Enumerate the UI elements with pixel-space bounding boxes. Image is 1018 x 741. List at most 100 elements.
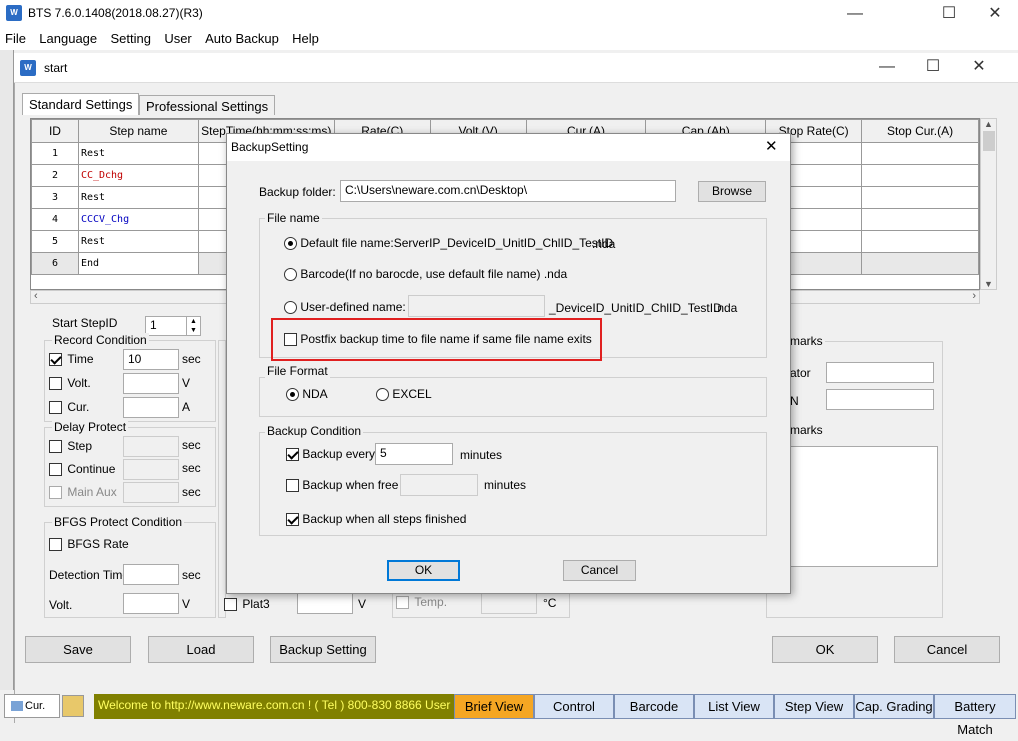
dialog-cancel-button[interactable]: Cancel bbox=[563, 560, 636, 581]
record-condition-title: Record Condition bbox=[52, 333, 149, 347]
step-cell[interactable] bbox=[861, 142, 979, 165]
step-name-cell[interactable]: CCCV_Chg bbox=[77, 208, 199, 231]
backup-free-label: Backup when free bbox=[302, 478, 399, 492]
tab-battery-match[interactable]: Battery Match bbox=[934, 694, 1016, 737]
dialog-ok-button[interactable]: OK bbox=[387, 560, 460, 581]
detection-time-unit: sec bbox=[182, 568, 201, 582]
opt-user-defined-radio[interactable] bbox=[284, 301, 297, 315]
close-icon[interactable]: ✕ bbox=[972, 0, 1018, 28]
backup-every-input[interactable]: 5 bbox=[375, 443, 453, 465]
menu-help[interactable]: Help bbox=[287, 28, 324, 46]
fmt-excel-radio[interactable] bbox=[376, 388, 389, 402]
step-name-cell[interactable]: Rest bbox=[77, 186, 199, 209]
step-row: Step bbox=[49, 439, 92, 454]
step-cell[interactable] bbox=[861, 186, 979, 209]
main-aux-unit: sec bbox=[182, 485, 201, 499]
main-ok-button[interactable]: OK bbox=[772, 636, 878, 663]
menu-file[interactable]: File bbox=[0, 28, 31, 46]
bfgs-rate-checkbox[interactable] bbox=[49, 538, 62, 552]
bfgs-rate-row: BFGS Rate bbox=[49, 537, 129, 552]
backup-free-checkbox[interactable] bbox=[286, 479, 299, 493]
step-id-cell[interactable]: 6 bbox=[31, 252, 79, 275]
backup-all-steps-checkbox[interactable] bbox=[286, 513, 299, 527]
app-title: BTS 7.6.0.1408(2018.08.27)(R3) bbox=[28, 6, 203, 20]
child-maximize-icon[interactable]: ☐ bbox=[910, 53, 956, 81]
n-input[interactable] bbox=[826, 389, 934, 410]
table-vertical-scrollbar[interactable]: ▲ ▼ bbox=[980, 118, 997, 290]
col-id[interactable]: ID bbox=[31, 119, 79, 143]
step-id-cell[interactable]: 1 bbox=[31, 142, 79, 165]
tab-brief-view[interactable]: Brief View bbox=[454, 694, 534, 719]
backup-every-checkbox[interactable] bbox=[286, 448, 299, 462]
tab-cap-grading[interactable]: Cap. Grading bbox=[854, 694, 934, 719]
step-id-cell[interactable]: 2 bbox=[31, 164, 79, 187]
time-input[interactable]: 10 bbox=[123, 349, 179, 370]
status-bar: Welcome to http://www.neware.com.cn ! ( … bbox=[90, 694, 1018, 737]
step-name-cell[interactable]: End bbox=[77, 252, 199, 275]
continue-checkbox[interactable] bbox=[49, 463, 62, 477]
folder-icon bbox=[11, 701, 23, 712]
cur-input[interactable] bbox=[123, 397, 179, 418]
step-cell[interactable] bbox=[861, 230, 979, 253]
tab-professional-settings[interactable]: Professional Settings bbox=[139, 95, 276, 115]
remarks-textarea[interactable] bbox=[776, 446, 938, 567]
main-cancel-button[interactable]: Cancel bbox=[894, 636, 1000, 663]
step-id-cell[interactable]: 3 bbox=[31, 186, 79, 209]
opt-user-defined-row: User-defined name: bbox=[284, 300, 406, 315]
backup-setting-button[interactable]: Backup Setting bbox=[270, 636, 376, 663]
step-name-cell[interactable]: CC_Dchg bbox=[77, 164, 199, 187]
step-checkbox[interactable] bbox=[49, 440, 62, 454]
save-button[interactable]: Save bbox=[25, 636, 131, 663]
backup-folder-input[interactable]: C:\Users\neware.com.cn\Desktop\ bbox=[340, 180, 676, 202]
menu-auto-backup[interactable]: Auto Backup bbox=[200, 28, 284, 46]
plat3-label: Plat3 bbox=[242, 597, 270, 611]
volt-checkbox[interactable] bbox=[49, 377, 62, 391]
col-step-name[interactable]: Step name bbox=[77, 119, 199, 143]
menu-language[interactable]: Language bbox=[34, 28, 102, 46]
child-minimize-icon[interactable]: — bbox=[864, 53, 910, 81]
load-button[interactable]: Load bbox=[148, 636, 254, 663]
browse-button[interactable]: Browse bbox=[698, 181, 766, 202]
child-close-icon[interactable]: ✕ bbox=[956, 53, 1002, 81]
dialog-title: BackupSetting bbox=[231, 140, 309, 154]
step-cell[interactable] bbox=[861, 252, 979, 275]
tab-step-view[interactable]: Step View bbox=[774, 694, 854, 719]
cur-tab[interactable]: Cur. bbox=[4, 694, 60, 718]
step-name-cell[interactable]: Rest bbox=[77, 142, 199, 165]
step-cell[interactable] bbox=[861, 208, 979, 231]
plat3-input[interactable] bbox=[297, 593, 353, 614]
step-cell[interactable] bbox=[861, 164, 979, 187]
opt-default-radio[interactable] bbox=[284, 237, 297, 251]
middle-group-edge bbox=[218, 340, 226, 618]
dialog-close-icon[interactable]: ✕ bbox=[765, 137, 778, 155]
fmt-nda-label: NDA bbox=[302, 387, 328, 401]
tab-standard-settings[interactable]: Standard Settings bbox=[22, 93, 140, 115]
step-name-cell[interactable]: Rest bbox=[77, 230, 199, 253]
volt-input[interactable] bbox=[123, 373, 179, 394]
tab-barcode[interactable]: Barcode bbox=[614, 694, 694, 719]
step-id-cell[interactable]: 5 bbox=[31, 230, 79, 253]
time-label: Time bbox=[67, 352, 94, 366]
detection-time-input[interactable] bbox=[123, 564, 179, 585]
spinner-arrows-icon[interactable]: ▲ ▼ bbox=[186, 317, 200, 335]
cur-checkbox[interactable] bbox=[49, 401, 62, 415]
backup-every-unit: minutes bbox=[460, 448, 503, 462]
fmt-nda-radio[interactable] bbox=[286, 388, 299, 402]
col-stop-cur[interactable]: Stop Cur.(A) bbox=[861, 119, 979, 143]
plat3-checkbox[interactable] bbox=[224, 598, 237, 612]
tab-list-view[interactable]: List View bbox=[694, 694, 774, 719]
maximize-icon[interactable]: ☐ bbox=[926, 0, 972, 28]
network-icon[interactable] bbox=[62, 695, 84, 717]
opt-barcode-row: Barcode(If no barocde, use default file … bbox=[284, 267, 567, 282]
bfgs-volt-input[interactable] bbox=[123, 593, 179, 614]
time-checkbox[interactable] bbox=[49, 353, 62, 367]
start-stepid-spinner[interactable]: 1 ▲ ▼ bbox=[145, 316, 201, 336]
operator-input[interactable] bbox=[826, 362, 934, 383]
menu-user[interactable]: User bbox=[159, 28, 196, 46]
postfix-checkbox[interactable] bbox=[284, 333, 297, 347]
tab-control[interactable]: Control bbox=[534, 694, 614, 719]
menu-setting[interactable]: Setting bbox=[105, 28, 155, 46]
minimize-icon[interactable]: — bbox=[832, 0, 878, 28]
step-id-cell[interactable]: 4 bbox=[31, 208, 79, 231]
opt-barcode-radio[interactable] bbox=[284, 268, 297, 282]
